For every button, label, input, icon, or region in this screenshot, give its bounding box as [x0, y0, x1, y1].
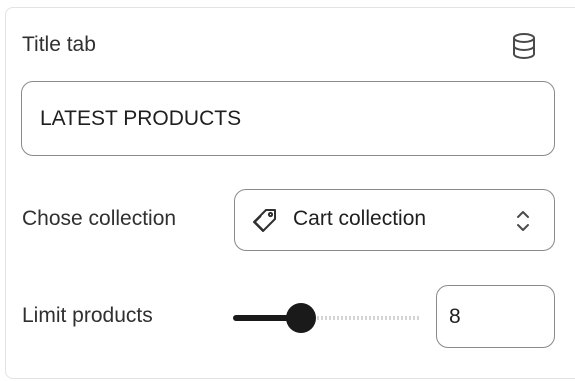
- limit-products-label: Limit products: [22, 304, 153, 327]
- select-chevron-icon: [515, 208, 531, 234]
- limit-products-input[interactable]: [436, 285, 555, 348]
- collection-selected-value: Cart collection: [293, 207, 427, 230]
- database-icon[interactable]: [511, 32, 537, 60]
- title-tab-label: Title tab: [22, 33, 96, 56]
- title-tab-row: Title tab: [22, 31, 542, 61]
- limit-products-slider[interactable]: [233, 303, 421, 333]
- title-tab-input[interactable]: [21, 81, 555, 156]
- tag-icon: [251, 207, 279, 235]
- collection-select[interactable]: Cart collection: [234, 189, 555, 251]
- collection-label: Chose collection: [22, 207, 177, 230]
- slider-thumb[interactable]: [286, 303, 316, 333]
